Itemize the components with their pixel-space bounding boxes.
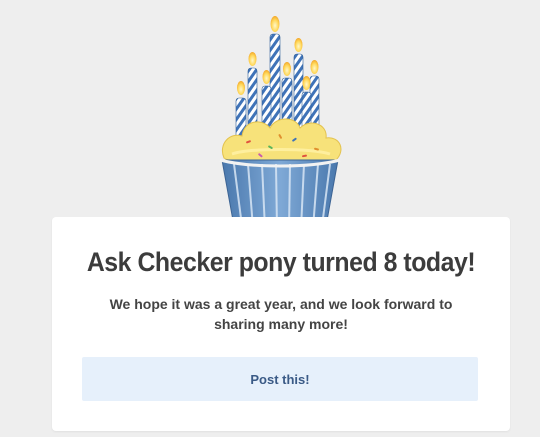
birthday-cupcake-icon: [219, 16, 342, 231]
birthday-dialog: Ask Checker pony turned 8 today! We hope…: [0, 0, 540, 437]
post-this-button[interactable]: Post this!: [82, 357, 478, 401]
birthday-message: We hope it was a great year, and we look…: [109, 296, 453, 332]
post-this-label: Post this!: [250, 371, 310, 387]
birthday-card: Ask Checker pony turned 8 today! We hope…: [52, 217, 510, 431]
birthday-title: Ask Checker pony turned 8 today!: [86, 247, 476, 277]
